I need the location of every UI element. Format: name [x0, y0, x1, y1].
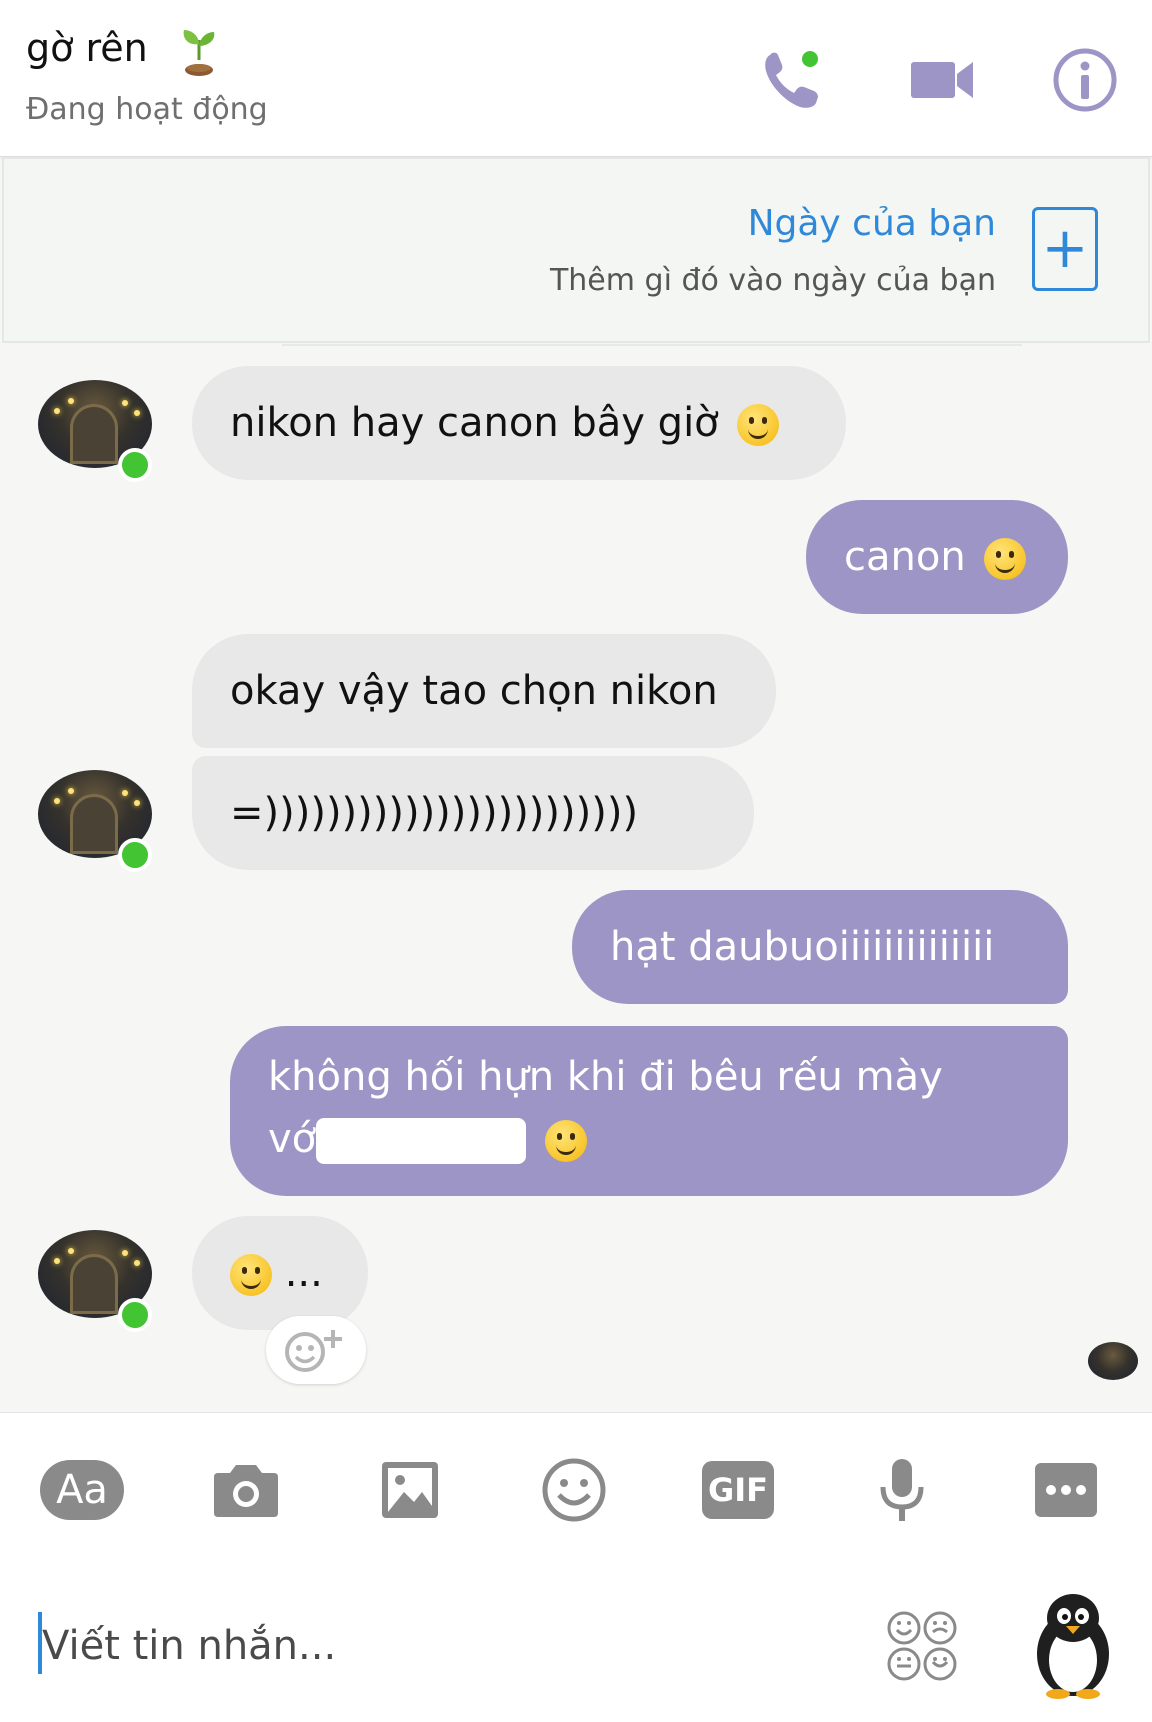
- message-text-line1: không hối hựn khi đi bêu rếu mày: [268, 1054, 943, 1100]
- add-reaction-button[interactable]: [266, 1316, 366, 1384]
- video-call-button[interactable]: [900, 40, 986, 120]
- online-indicator: [118, 448, 152, 482]
- outgoing-message[interactable]: canon: [806, 500, 1068, 614]
- add-reaction-icon: [285, 1330, 342, 1372]
- your-day-subtitle: Thêm gì đó vào ngày của bạn: [549, 263, 996, 298]
- message-text: ...: [284, 1250, 323, 1296]
- incoming-message[interactable]: nikon hay canon bây giờ: [192, 366, 846, 480]
- more-icon: [1035, 1463, 1097, 1517]
- message-text: canon: [844, 534, 966, 580]
- outgoing-message[interactable]: không hối hựn khi đi bêu rếu mày vớ: [230, 1026, 1068, 1196]
- message-text: =)))))))))))))))))))))))): [230, 790, 639, 836]
- message-text: okay vậy tao chọn nikon: [230, 668, 718, 714]
- gif-button[interactable]: GIF: [690, 1448, 786, 1532]
- gif-icon: GIF: [702, 1461, 774, 1519]
- seen-by-avatar: [1088, 1342, 1138, 1380]
- smiley-emoji-icon: [737, 404, 780, 446]
- video-icon: [911, 62, 973, 98]
- camera-button[interactable]: [198, 1448, 294, 1532]
- smiley-emoji-icon: [230, 1254, 272, 1296]
- contact-name[interactable]: gờ rên: [26, 26, 148, 70]
- sticker-button[interactable]: [884, 1608, 960, 1684]
- incoming-message[interactable]: =)))))))))))))))))))))))): [192, 756, 754, 870]
- conversation-info-button[interactable]: [1042, 40, 1128, 120]
- camera-icon: [214, 1465, 278, 1517]
- text-format-icon: Aa: [40, 1460, 124, 1520]
- smiley-emoji-icon: [544, 1120, 587, 1162]
- incoming-message[interactable]: ...: [192, 1216, 368, 1330]
- your-day-title[interactable]: Ngày của bạn: [748, 203, 996, 244]
- message-text-line2: vớ: [268, 1108, 1030, 1170]
- text-format-button[interactable]: Aa: [34, 1448, 130, 1532]
- add-to-day-button[interactable]: +: [1032, 207, 1098, 291]
- voice-call-button[interactable]: [748, 40, 834, 120]
- message-text: nikon hay canon bây giờ: [230, 400, 719, 446]
- image-gallery-button[interactable]: [362, 1448, 458, 1532]
- plant-emoji-icon: [183, 30, 215, 76]
- sticker-penguin-button[interactable]: [1030, 1590, 1116, 1700]
- info-icon: [1053, 48, 1117, 112]
- message-text: hạt daubuoiiiiiiiiiiiiii: [610, 924, 995, 970]
- penguin-icon: [1037, 1594, 1109, 1699]
- online-indicator: [118, 838, 152, 872]
- incoming-message[interactable]: okay vậy tao chọn nikon: [192, 634, 776, 748]
- emoji-icon: [542, 1458, 606, 1522]
- active-status: Đang hoạt động: [26, 92, 268, 127]
- image-icon: [382, 1462, 438, 1518]
- more-options-button[interactable]: [1018, 1448, 1114, 1532]
- mic-icon: [880, 1459, 924, 1521]
- plus-icon: +: [1041, 216, 1089, 281]
- phone-icon: [765, 51, 818, 108]
- online-indicator: [118, 1298, 152, 1332]
- your-day-banner[interactable]: Ngày của bạn Thêm gì đó vào ngày của bạn…: [2, 157, 1150, 343]
- outgoing-message[interactable]: hạt daubuoiiiiiiiiiiiiii: [572, 890, 1068, 1004]
- banner-divider: [282, 344, 1022, 346]
- voice-message-button[interactable]: [854, 1448, 950, 1532]
- stickers-icon: [887, 1611, 957, 1681]
- smiley-emoji-icon: [984, 538, 1027, 580]
- message-input[interactable]: [40, 1610, 844, 1682]
- chat-header: gờ rên Đang hoạt động: [0, 0, 1152, 157]
- emoji-button[interactable]: [526, 1448, 622, 1532]
- redacted-text: [316, 1118, 527, 1164]
